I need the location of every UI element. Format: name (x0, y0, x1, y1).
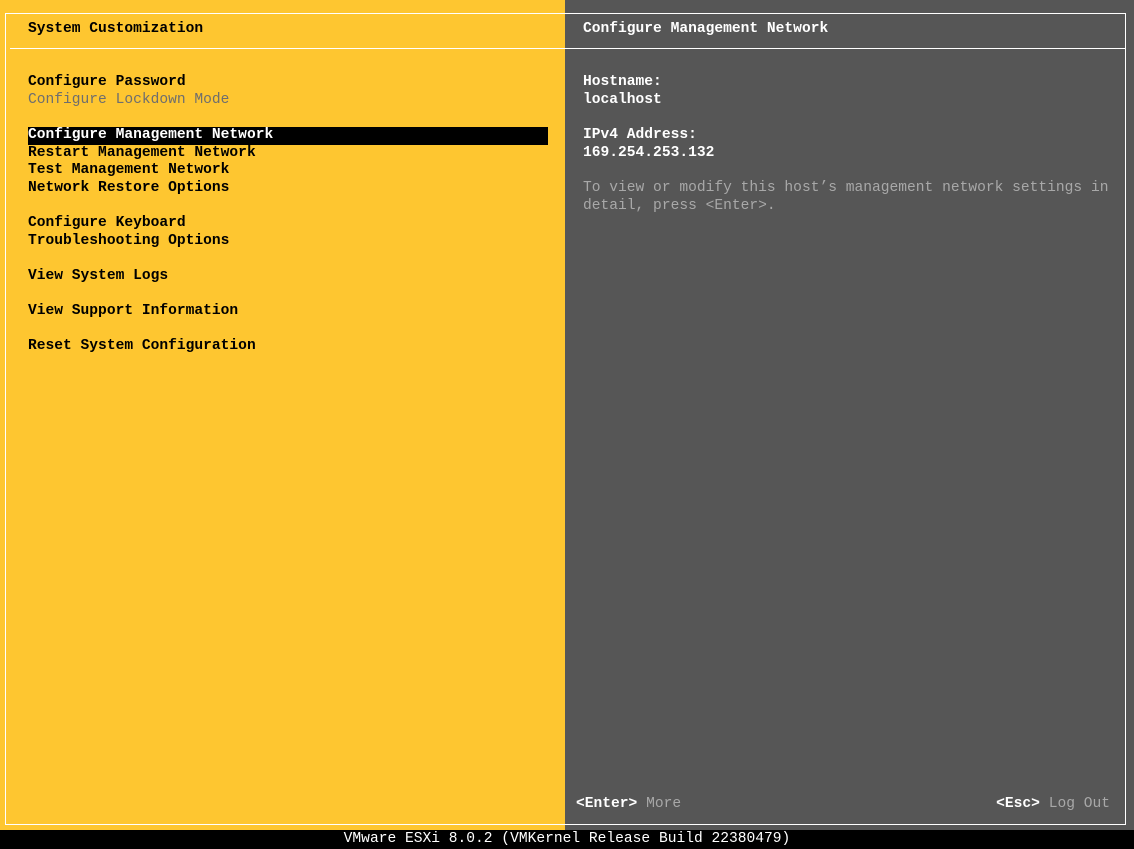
help-text-line1: To view or modify this host’s management… (583, 180, 1109, 196)
esc-action: Log Out (1048, 796, 1110, 812)
esc-logout-hint[interactable]: <Esc> Log Out (996, 796, 1110, 814)
header-divider (10, 48, 1126, 49)
ipv4-label: IPv4 Address: (583, 127, 697, 143)
menu-item-configure-management-network[interactable]: Configure Management Network (28, 127, 548, 145)
menu-item-configure-password[interactable]: Configure Password (28, 74, 186, 92)
menu-item-test-management-network[interactable]: Test Management Network (28, 162, 229, 180)
menu-item-reset-system-configuration[interactable]: Reset System Configuration (28, 338, 256, 356)
menu-item-view-system-logs[interactable]: View System Logs (28, 268, 168, 286)
details-title: Configure Management Network (583, 21, 829, 37)
details-panel (565, 0, 1134, 830)
menu-item-configure-keyboard[interactable]: Configure Keyboard (28, 215, 186, 233)
menu-title: System Customization (28, 21, 204, 37)
hostname-label: Hostname: (583, 74, 662, 90)
ipv4-value: 169.254.253.132 (583, 145, 715, 161)
menu-item-network-restore-options[interactable]: Network Restore Options (28, 180, 229, 198)
version-footer: VMware ESXi 8.0.2 (VMKernel Release Buil… (0, 830, 1134, 849)
enter-more-hint[interactable]: <Enter> More (576, 796, 681, 814)
hostname-value: localhost (583, 92, 662, 108)
help-text-line2: detail, press <Enter>. (583, 198, 776, 214)
menu-item-configure-lockdown-mode[interactable]: Configure Lockdown Mode (28, 92, 229, 110)
menu-item-view-support-information[interactable]: View Support Information (28, 303, 238, 321)
menu-panel (0, 0, 565, 830)
enter-key: <Enter> (576, 796, 638, 812)
menu-item-restart-management-network[interactable]: Restart Management Network (28, 145, 256, 163)
menu-item-troubleshooting-options[interactable]: Troubleshooting Options (28, 233, 229, 251)
esc-key: <Esc> (996, 796, 1040, 812)
enter-action: More (646, 796, 682, 812)
